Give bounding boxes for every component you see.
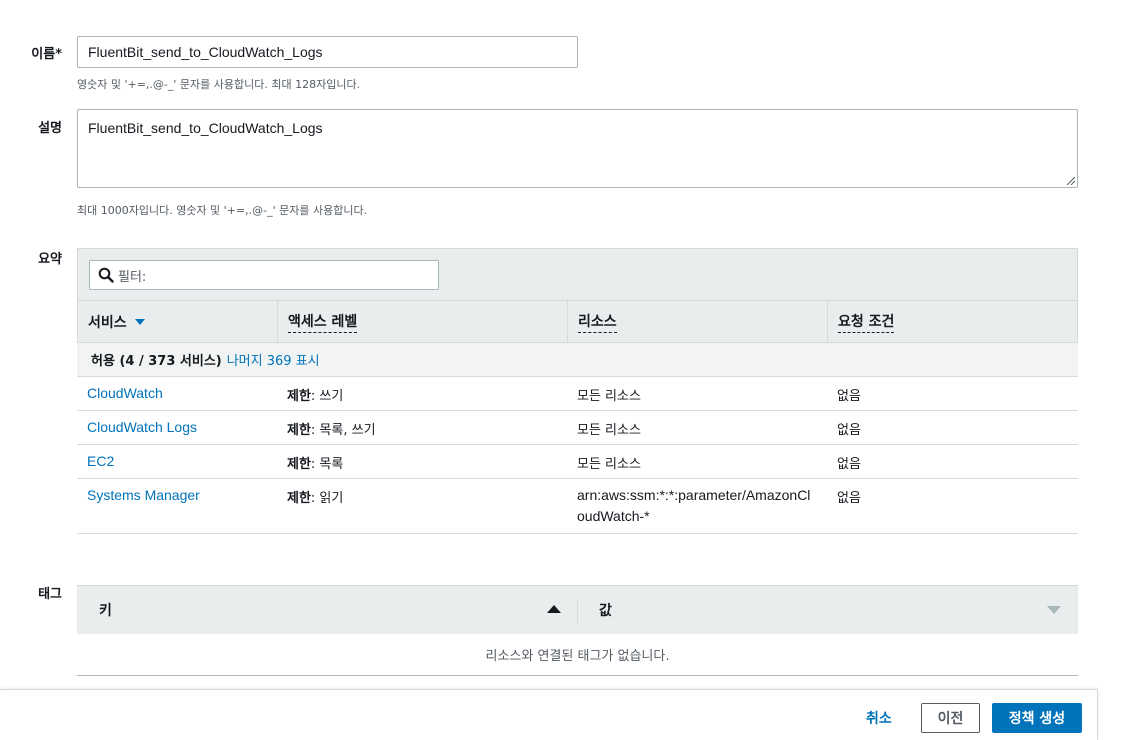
name-hint: 영숫자 및 '+=,.@-_' 문자를 사용합니다. 최대 128자입니다. <box>77 78 361 91</box>
show-remaining-link[interactable]: 나머지 369 표시 <box>227 350 320 369</box>
service-link-systems-manager[interactable]: Systems Manager <box>87 487 200 503</box>
description-textarea[interactable]: FluentBit_send_to_CloudWatch_Logs <box>77 109 1078 188</box>
condition-value: 없음 <box>837 457 861 472</box>
service-link-cloudwatch-logs[interactable]: CloudWatch Logs <box>87 419 197 435</box>
column-request-condition[interactable]: 요청 조건 <box>828 301 1077 342</box>
column-divider <box>577 599 578 623</box>
condition-value: 없음 <box>837 389 861 404</box>
table-row: CloudWatch Logs 제한: 목록, 쓰기 모든 리소스 없음 <box>77 411 1078 445</box>
sort-desc-icon <box>134 318 145 325</box>
column-access-level[interactable]: 액세스 레벨 <box>278 301 568 342</box>
summary-table: 필터: 서비스 액세스 레벨 리소스 요청 조건 허용 (4 / 373 서비스… <box>77 248 1078 534</box>
condition-value: 없음 <box>837 491 861 506</box>
resource-value: 모든 리소스 <box>577 389 641 404</box>
summary-table-header: 서비스 액세스 레벨 리소스 요청 조건 <box>77 300 1078 343</box>
filter-input[interactable]: 필터: <box>89 260 439 290</box>
name-label: 이름* <box>31 47 62 62</box>
filter-placeholder: 필터: <box>118 269 147 285</box>
tags-table-header: 키 값 <box>77 585 1078 634</box>
policy-name-input[interactable]: FluentBit_send_to_CloudWatch_Logs <box>77 36 578 68</box>
tags-empty-message: 리소스와 연결된 태그가 없습니다. <box>77 634 1078 676</box>
column-value[interactable]: 값 <box>599 600 612 620</box>
access-level: 제한 <box>287 457 311 472</box>
access-level: 제한 <box>287 389 311 404</box>
access-detail: : 목록, 쓰기 <box>310 423 376 438</box>
access-detail: : 목록 <box>310 457 344 472</box>
sort-desc-icon[interactable] <box>1047 606 1061 614</box>
access-level: 제한 <box>287 423 311 438</box>
service-link-ec2[interactable]: EC2 <box>87 453 114 469</box>
column-key[interactable]: 키 <box>99 600 112 620</box>
condition-value: 없음 <box>837 423 861 438</box>
tags-table: 키 값 리소스와 연결된 태그가 없습니다. <box>77 585 1078 676</box>
table-row: Systems Manager 제한: 읽기 arn:aws:ssm:*:*:p… <box>77 479 1078 534</box>
column-service[interactable]: 서비스 <box>78 301 278 342</box>
previous-button[interactable]: 이전 <box>921 703 980 733</box>
resource-value: arn:aws:ssm:*:*:parameter/AmazonCloudWat… <box>577 487 811 524</box>
table-row: EC2 제한: 목록 모든 리소스 없음 <box>77 445 1078 479</box>
search-icon <box>98 267 114 283</box>
footer-bar: 취소 이전 정책 생성 <box>0 689 1098 740</box>
resource-value: 모든 리소스 <box>577 457 641 472</box>
description-label: 설명 <box>38 121 62 136</box>
tags-label: 태그 <box>38 587 62 602</box>
service-link-cloudwatch[interactable]: CloudWatch <box>87 385 163 401</box>
resource-value: 모든 리소스 <box>577 423 641 438</box>
column-resource[interactable]: 리소스 <box>568 301 828 342</box>
summary-label: 요약 <box>38 252 62 267</box>
access-level: 제한 <box>287 491 311 506</box>
description-text: FluentBit_send_to_CloudWatch_Logs <box>88 120 323 136</box>
description-hint: 최대 1000자입니다. 영숫자 및 '+=,.@-_' 문자를 사용합니다. <box>77 204 368 217</box>
create-policy-button[interactable]: 정책 생성 <box>992 703 1082 733</box>
allow-group-label: 허용 (4 / 373 서비스) <box>91 354 222 369</box>
access-detail: : 쓰기 <box>310 389 344 404</box>
access-detail: : 읽기 <box>310 491 344 506</box>
table-row: CloudWatch 제한: 쓰기 모든 리소스 없음 <box>77 377 1078 411</box>
cancel-button[interactable]: 취소 <box>866 708 892 728</box>
allow-group-row: 허용 (4 / 373 서비스) 나머지 369 표시 <box>77 343 1078 377</box>
resize-grip-icon[interactable] <box>1066 176 1075 185</box>
sort-asc-icon[interactable] <box>547 605 561 613</box>
filter-bar: 필터: <box>77 248 1078 300</box>
